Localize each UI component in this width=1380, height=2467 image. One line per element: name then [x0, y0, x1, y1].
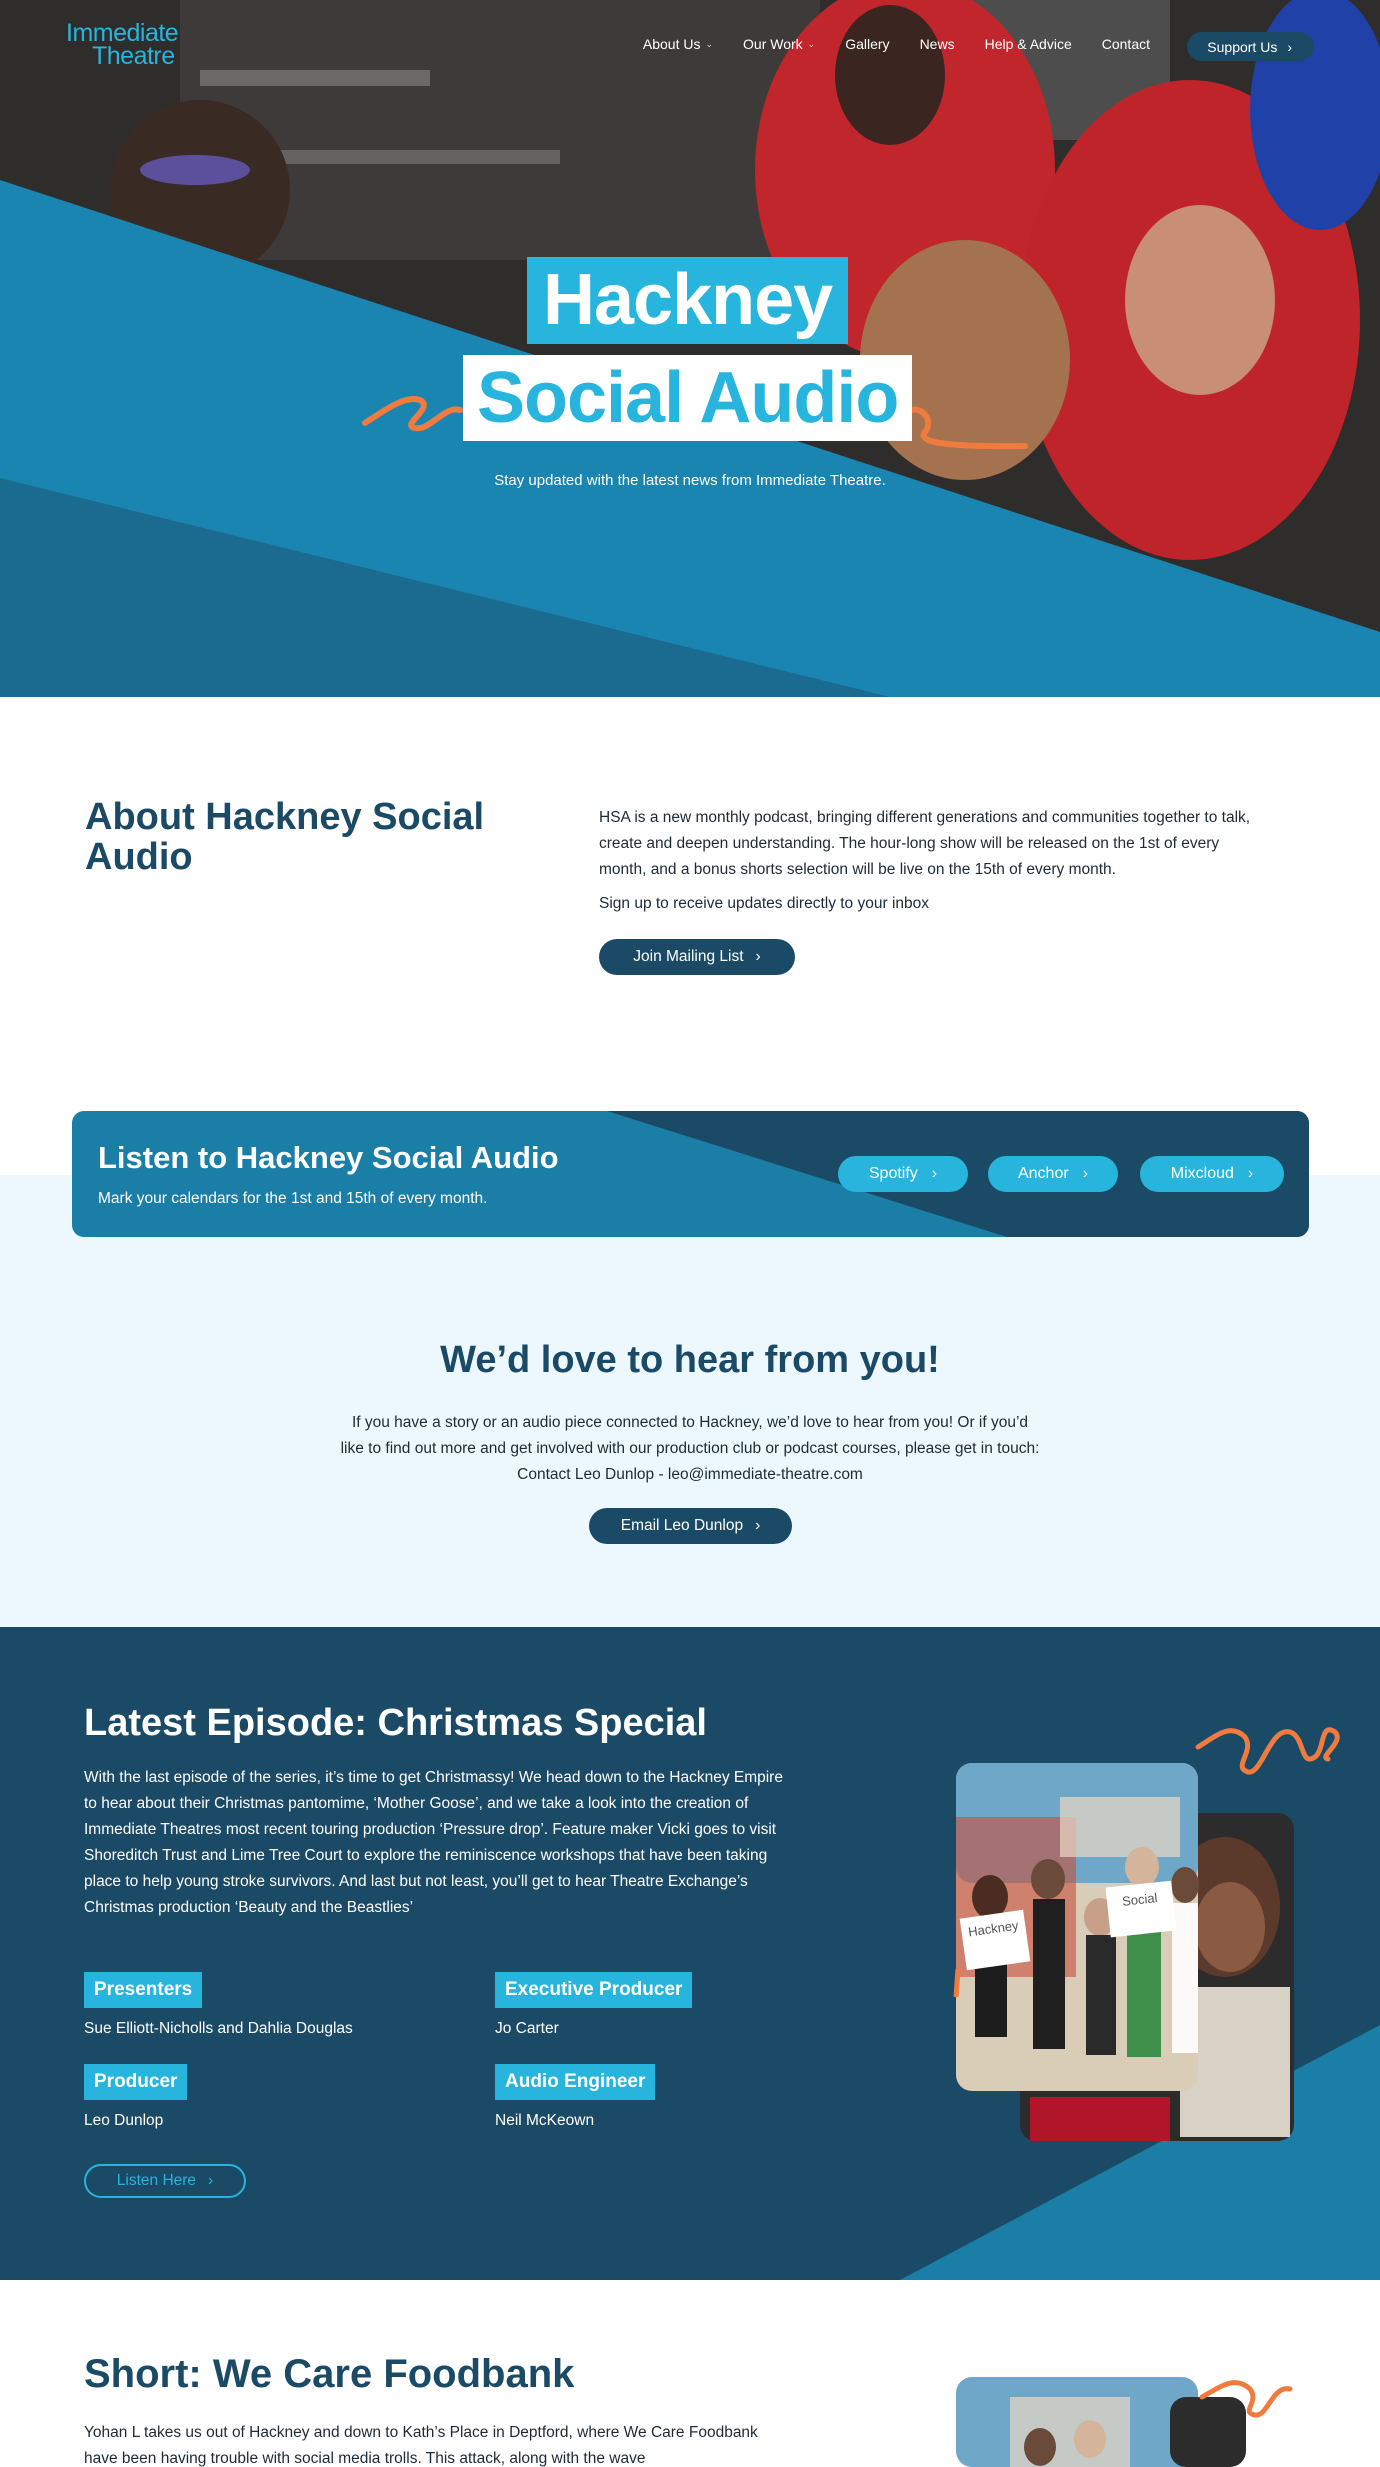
chevron-right-icon: › [755, 1517, 761, 1534]
nav-our-work-label: Our Work [743, 36, 803, 52]
listen-title: Listen to Hackney Social Audio [98, 1140, 559, 1175]
support-us-button[interactable]: Support Us › [1187, 32, 1314, 61]
contact-body: If you have a story or an audio piece co… [340, 1414, 1040, 1483]
credit-name-audio-engineer: Neil McKeown [495, 2112, 595, 2129]
join-mailing-list-label: Join Mailing List [633, 948, 744, 965]
chevron-down-icon: ⌄ [807, 38, 816, 49]
email-leo-label: Email Leo Dunlop [620, 1517, 744, 1534]
hero-subtitle: Stay updated with the latest news from I… [494, 472, 886, 489]
chevron-down-icon: ⌄ [705, 38, 714, 49]
logo[interactable]: Immediate Theatre [66, 21, 179, 70]
top-nav: Immediate Theatre About Us ⌄ Our Work ⌄ … [0, 0, 1380, 92]
nav-news[interactable]: News [920, 36, 955, 52]
logo-line2: Theatre [92, 42, 175, 70]
hero-title-line2: Social Audio [463, 355, 913, 441]
mixcloud-button[interactable]: Mixcloud › [1140, 1156, 1284, 1192]
about-body: HSA is a new monthly podcast, bringing d… [599, 809, 1251, 878]
main-menu: About Us ⌄ Our Work ⌄ Gallery News Help … [613, 36, 1150, 52]
chevron-right-icon: › [1082, 1165, 1089, 1182]
chevron-right-icon: › [1287, 38, 1292, 55]
chevron-right-icon: › [931, 1165, 938, 1182]
nav-help-advice-label: Help & Advice [984, 36, 1072, 52]
episode-body: With the last episode of the series, it’… [84, 1769, 783, 1916]
nav-gallery-label: Gallery [845, 36, 890, 52]
hero: Immediate Theatre About Us ⌄ Our Work ⌄ … [0, 0, 1380, 697]
short-photo [956, 2377, 1293, 2467]
credit-name-producer: Leo Dunlop [84, 2112, 164, 2129]
short-title: Short: We Care Foodbank [84, 2352, 575, 2396]
spotify-label: Spotify [868, 1165, 918, 1182]
listen-subtitle: Mark your calendars for the 1st and 15th… [98, 1190, 488, 1207]
hero-title-line1: Hackney [527, 257, 849, 344]
chevron-right-icon: › [755, 948, 761, 965]
latest-episode-section: Hackney Social Latest Episode: Christmas… [0, 1627, 1380, 2280]
nav-our-work[interactable]: Our Work ⌄ [743, 36, 815, 52]
nav-gallery[interactable]: Gallery [845, 36, 889, 52]
credit-name-presenters: Sue Elliott-Nicholls and Dahlia Douglas [84, 2020, 353, 2037]
anchor-button[interactable]: Anchor › [988, 1156, 1118, 1192]
mixcloud-label: Mixcloud [1170, 1165, 1234, 1182]
nav-news-label: News [919, 36, 955, 52]
nav-about-us[interactable]: About Us ⌄ [643, 36, 713, 52]
listen-here-button[interactable]: Listen Here › [84, 2164, 246, 2198]
chevron-right-icon: › [208, 2172, 214, 2189]
credit-role-executive-producer: Executive Producer [495, 1972, 693, 2008]
contact-section-bg [0, 1175, 1380, 1627]
listen-here-label: Listen Here [116, 2172, 197, 2189]
nav-contact[interactable]: Contact [1102, 36, 1150, 52]
credit-role-presenters: Presenters [84, 1972, 203, 2008]
about-title: About Hackney Social Audio [85, 796, 485, 878]
nav-contact-label: Contact [1101, 36, 1150, 52]
about-signup-text: Sign up to receive updates directly to y… [599, 895, 929, 912]
hero-photo [0, 0, 1380, 697]
nav-about-us-label: About Us [642, 36, 701, 52]
join-mailing-list-button[interactable]: Join Mailing List › [599, 939, 795, 975]
email-leo-button[interactable]: Email Leo Dunlop › [589, 1508, 792, 1544]
nav-help-advice[interactable]: Help & Advice [985, 36, 1072, 52]
short-body: Yohan L takes us out of Hackney and down… [84, 2424, 758, 2467]
credit-name-executive-producer: Jo Carter [495, 2020, 559, 2037]
listen-banner: Listen to Hackney Social Audio Mark your… [72, 1111, 1309, 1237]
chevron-right-icon: › [1247, 1165, 1254, 1182]
episode-title: Latest Episode: Christmas Special [84, 1702, 707, 1744]
support-us-label: Support Us [1207, 38, 1278, 55]
credit-role-producer: Producer [84, 2064, 188, 2100]
credit-role-audio-engineer: Audio Engineer [495, 2064, 656, 2100]
anchor-label: Anchor [1017, 1165, 1069, 1182]
contact-title: We’d love to hear from you! [440, 1339, 940, 1381]
spotify-button[interactable]: Spotify › [838, 1156, 968, 1192]
